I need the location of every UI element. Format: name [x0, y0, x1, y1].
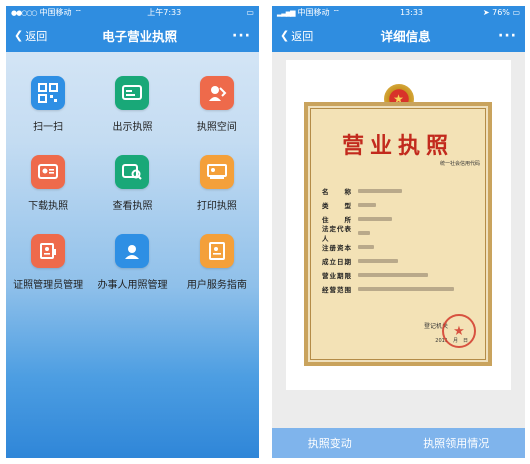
document-area: ★ 营业执照 统一社会信用代码 名 称 类 型 住 所 法定代表人 注册资本 成…: [272, 52, 525, 430]
business-license-image[interactable]: 营业执照 统一社会信用代码 名 称 类 型 住 所 法定代表人 注册资本 成立日…: [304, 102, 492, 366]
tile-space[interactable]: 执照空间: [175, 76, 259, 133]
tile-label: 办事人用照管理: [97, 280, 168, 291]
feature-grid: 扫一扫 出示执照 执照空间 下载执照 查看执照 打印执照 证照管理员管理 办事人…: [6, 76, 259, 291]
tile-view[interactable]: 查看执照: [90, 155, 174, 212]
admin-manage-icon: [31, 234, 66, 268]
tile-present[interactable]: 出示执照: [90, 76, 174, 133]
official-seal-icon: ★: [442, 314, 476, 348]
license-page: ★ 营业执照 统一社会信用代码 名 称 类 型 住 所 法定代表人 注册资本 成…: [286, 60, 511, 390]
license-field: 营业期限: [322, 268, 482, 282]
more-button[interactable]: ···: [498, 28, 517, 44]
wifi-icon: ⌔: [332, 7, 341, 17]
nav-bar: ❮ 返回 详细信息 ···: [272, 19, 525, 52]
bottom-action-bar: 执照变动 执照领用情况: [272, 428, 525, 458]
carrier-name: 中国移动: [39, 8, 72, 17]
license-fields: 名 称 类 型 住 所 法定代表人 注册资本 成立日期 营业期限 经营范围: [322, 184, 482, 296]
status-time: 上午7:33: [147, 8, 182, 17]
view-license-icon: [115, 155, 150, 189]
tile-agent-manage[interactable]: 办事人用照管理: [90, 234, 174, 291]
battery-icon: ▭: [246, 8, 254, 17]
tile-service-guide[interactable]: 用户服务指南: [175, 234, 259, 291]
battery-percent: 76%: [492, 8, 510, 17]
tile-label: 执照空间: [196, 122, 237, 133]
license-field: 注册资本: [322, 240, 482, 254]
more-button[interactable]: ···: [232, 28, 251, 44]
license-field: 名 称: [322, 184, 482, 198]
license-title: 营业执照: [341, 133, 454, 159]
tile-scan[interactable]: 扫一扫: [6, 76, 90, 133]
back-button[interactable]: ❮ 返回: [280, 28, 313, 44]
tile-download[interactable]: 下载执照: [6, 155, 90, 212]
left-phone-screen: ●●○○○ 中国移动 ⌔ 上午7:33 ▭ ❮ 返回 电子营业执照 ··· 扫一…: [6, 6, 259, 458]
license-field: 类 型: [322, 198, 482, 212]
tile-admin-manage[interactable]: 证照管理员管理: [6, 234, 90, 291]
page-title: 详细信息: [380, 29, 431, 44]
license-usage-button[interactable]: 执照领用情况: [423, 435, 489, 451]
signal-icon: ▂▃▅▆: [277, 8, 296, 17]
battery-icon: ▭: [512, 8, 520, 17]
tile-label: 打印执照: [196, 201, 237, 212]
status-bar: ●●○○○ 中国移动 ⌔ 上午7:33 ▭: [6, 6, 259, 19]
chevron-left-icon: ❮: [14, 29, 24, 42]
tile-label: 查看执照: [112, 201, 153, 212]
status-bar: ▂▃▅▆ 中国移动 ⌔ 13:33 ➤ 76% ▭: [272, 6, 525, 19]
license-field: 经营范围: [322, 282, 482, 296]
license-space-icon: [199, 76, 234, 110]
agent-manage-icon: [115, 234, 150, 268]
signal-icon: ●●○○○: [11, 8, 38, 17]
qr-scan-icon: [31, 76, 66, 110]
carrier-name: 中国移动: [297, 8, 330, 17]
location-icon: ➤: [482, 8, 490, 17]
credit-code-label: 统一社会信用代码: [439, 161, 480, 167]
tile-print[interactable]: 打印执照: [175, 155, 259, 212]
print-license-icon: [199, 155, 234, 189]
right-phone-screen: ▂▃▅▆ 中国移动 ⌔ 13:33 ➤ 76% ▭ ❮ 返回 详细信息 ··· …: [272, 6, 525, 458]
license-field: 法定代表人: [322, 225, 482, 243]
wifi-icon: ⌔: [74, 7, 83, 17]
tile-label: 证照管理员管理: [13, 280, 84, 291]
license-change-button[interactable]: 执照变动: [308, 435, 352, 451]
chevron-left-icon: ❮: [280, 29, 290, 42]
nav-bar: ❮ 返回 电子营业执照 ···: [6, 19, 259, 52]
tile-label: 出示执照: [112, 122, 153, 133]
tile-label: 下载执照: [28, 201, 69, 212]
page-title: 电子营业执照: [102, 29, 178, 44]
back-button[interactable]: ❮ 返回: [14, 28, 47, 44]
present-license-icon: [115, 76, 150, 110]
status-time: 13:33: [399, 8, 423, 17]
download-license-icon: [31, 155, 66, 189]
tile-label: 用户服务指南: [186, 280, 247, 291]
license-field: 成立日期: [322, 254, 482, 268]
service-guide-icon: [199, 234, 234, 268]
tile-label: 扫一扫: [33, 122, 64, 133]
